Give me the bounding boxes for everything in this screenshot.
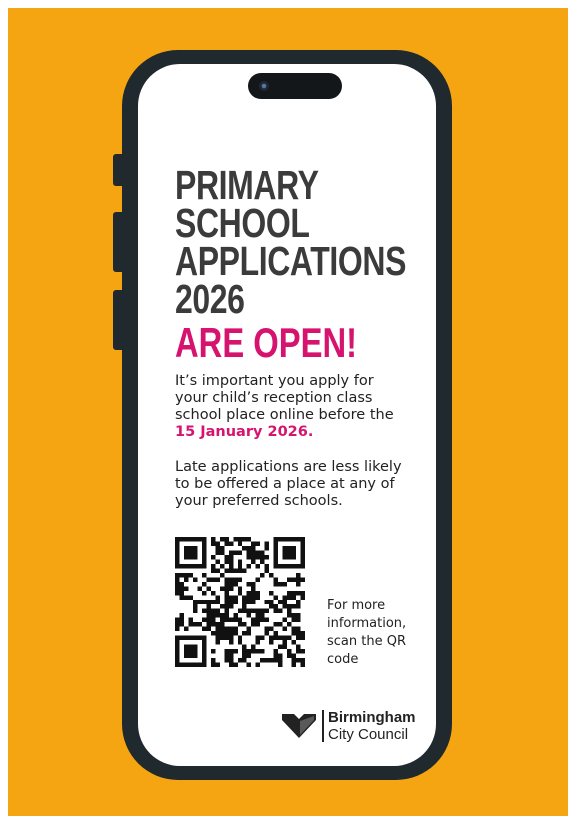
birmingham-city-council-logo: Birmingham City Council xyxy=(281,709,421,743)
headline-line: SCHOOL xyxy=(175,200,310,246)
logo-divider xyxy=(322,710,324,742)
headline: PRIMARY SCHOOL APPLICATIONS 2026 xyxy=(175,162,407,322)
logo-text: Birmingham City Council xyxy=(328,709,416,743)
logo-line-2: City Council xyxy=(328,726,409,743)
headline-line: APPLICATIONS xyxy=(175,238,407,284)
intro-text: It’s important you apply for your child’… xyxy=(175,373,394,423)
deadline-date: 15 January 2026. xyxy=(175,424,314,440)
logo-line-1: Birmingham xyxy=(328,709,416,726)
heart-shield-icon xyxy=(282,714,316,738)
camera-icon xyxy=(259,81,269,91)
intro-paragraph: It’s important you apply for your child’… xyxy=(175,373,410,441)
qr-caption: For more information, scan the QR code xyxy=(327,598,407,667)
qr-code[interactable] xyxy=(175,537,305,667)
headline-line: PRIMARY xyxy=(175,162,319,208)
warning-paragraph: Late applications are less likely to be … xyxy=(175,459,402,509)
phone-notch xyxy=(248,73,342,99)
headline-highlight: ARE OPEN! xyxy=(175,319,358,366)
headline-line: 2026 xyxy=(175,276,245,322)
